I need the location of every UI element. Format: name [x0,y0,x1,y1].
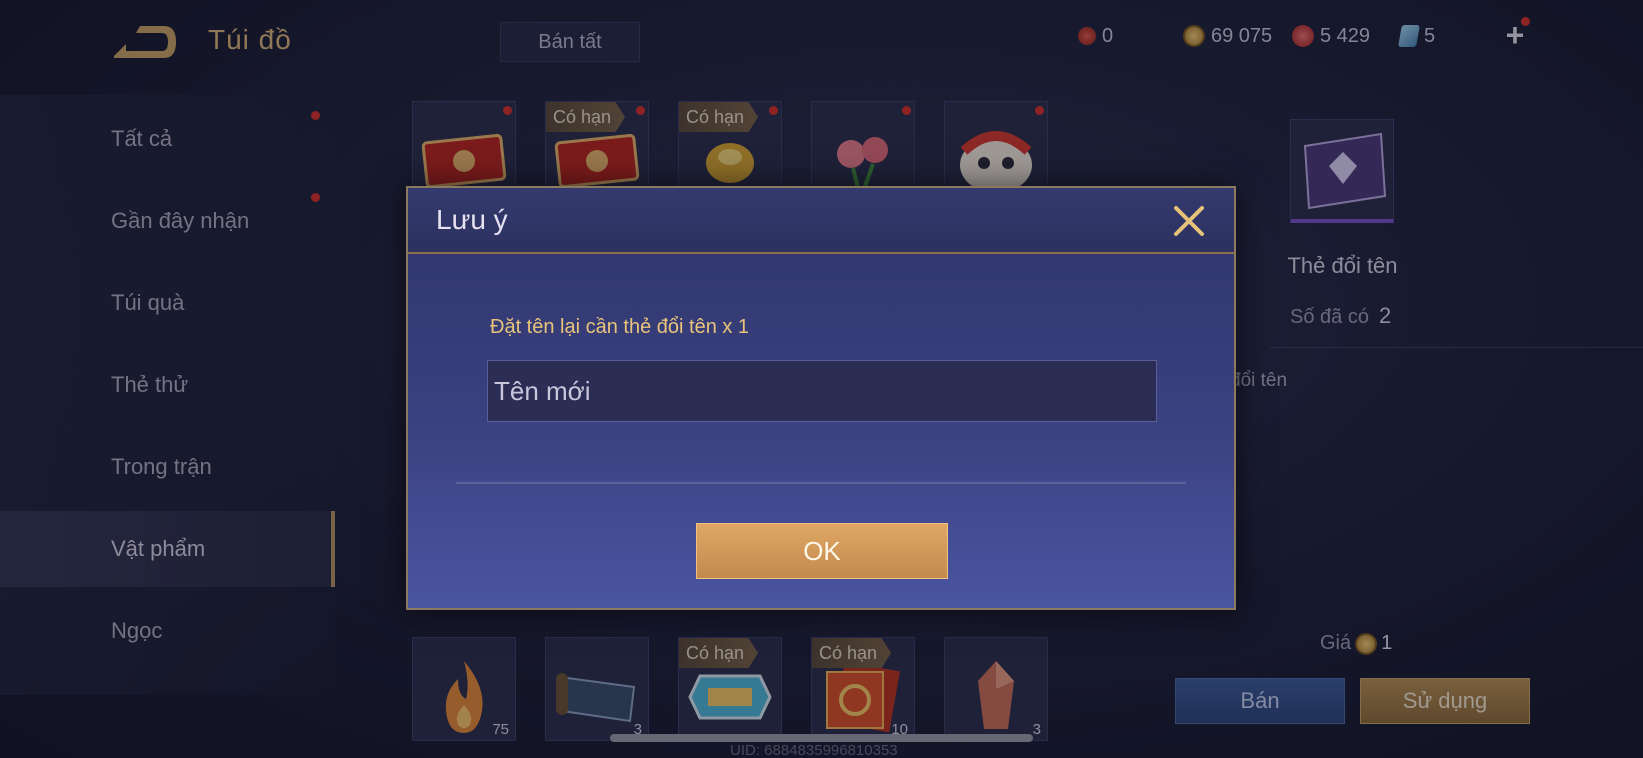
new-name-input[interactable] [487,360,1157,422]
dialog-header: Lưu ý [408,188,1234,254]
close-button[interactable] [1170,202,1208,240]
close-icon [1174,206,1204,236]
dialog-message: Đặt tên lại cần thẻ đổi tên x 1 [490,316,750,338]
dialog-title: Lưu ý [436,204,508,235]
dialog-divider [456,482,1186,484]
rename-dialog: Lưu ý Đặt tên lại cần thẻ đổi tên x 1 OK [406,186,1236,610]
ok-button[interactable]: OK [696,523,948,579]
